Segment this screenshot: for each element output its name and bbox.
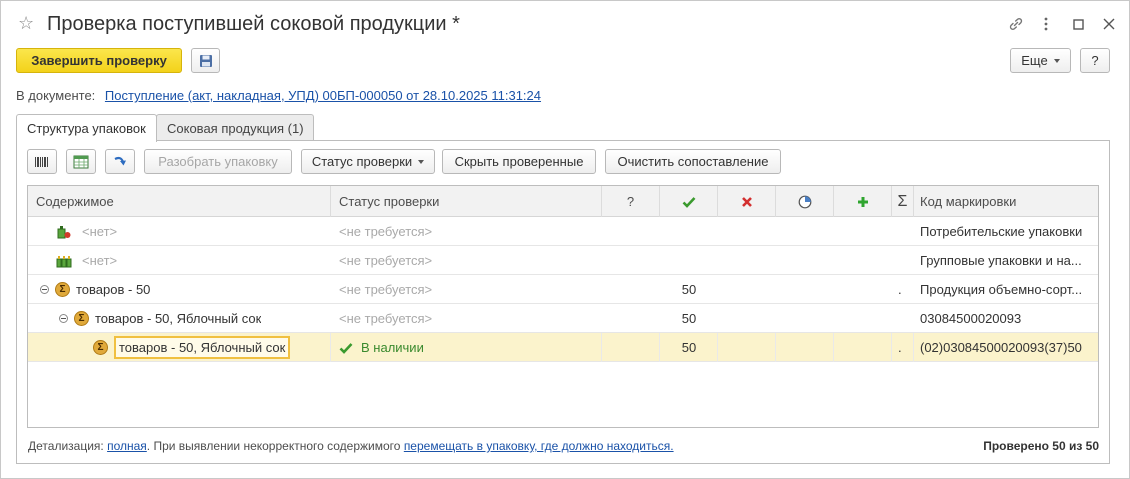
- tab-juice-products[interactable]: Соковая продукция (1): [156, 114, 314, 141]
- footer-detail: Детализация: полная. При выявлении некор…: [28, 439, 674, 453]
- sum-badge-icon: Σ: [74, 311, 89, 326]
- tab-package-structure[interactable]: Структура упаковок: [16, 114, 157, 142]
- window: ☆ Проверка поступившей соковой продукции…: [0, 0, 1130, 479]
- table-row[interactable]: <нет> <не требуется> Потребительские упа…: [28, 217, 1098, 246]
- pie-clock-icon: [798, 195, 811, 208]
- column-header-status[interactable]: Статус проверки: [331, 186, 602, 217]
- content-text: товаров - 50: [76, 282, 151, 297]
- document-label: В документе:: [16, 88, 96, 103]
- table-row[interactable]: Σ товаров - 50 <не требуется> 50 . Проду…: [28, 275, 1098, 304]
- chevron-down-icon: [1053, 58, 1060, 63]
- content-text: <нет>: [82, 253, 118, 268]
- status-cell: <не требуется>: [339, 224, 433, 239]
- status-cell: В наличии: [339, 333, 424, 362]
- table-row[interactable]: <нет> <не требуется> Групповые упаковки …: [28, 246, 1098, 275]
- consumer-package-icon: [57, 225, 71, 238]
- sum-badge-icon: Σ: [55, 282, 70, 297]
- column-header-extra[interactable]: [834, 186, 892, 217]
- unpack-button[interactable]: Разобрать упаковку: [144, 149, 292, 174]
- packages-grid[interactable]: Содержимое Статус проверки ? Σ Код марки…: [27, 185, 1099, 428]
- code-cell: Потребительские упаковки: [920, 224, 1083, 239]
- column-header-sum[interactable]: Σ: [892, 186, 914, 217]
- move-package-link[interactable]: перемещать в упаковку, где должно находи…: [404, 439, 674, 453]
- detail-link[interactable]: полная: [107, 439, 147, 453]
- footer-middle-text: . При выявлении некорректного содержимог…: [146, 439, 401, 453]
- title-bar: ☆ Проверка поступившей соковой продукции…: [1, 1, 1129, 47]
- content-cell: <нет>: [56, 246, 117, 275]
- sum-cell: .: [898, 340, 902, 355]
- move-down-button[interactable]: [105, 149, 135, 174]
- sum-badge-icon: Σ: [93, 340, 108, 355]
- column-header-checked[interactable]: [660, 186, 718, 217]
- status-cell: <не требуется>: [339, 253, 433, 268]
- more-button-label: Еще: [1021, 53, 1048, 68]
- collapse-icon[interactable]: [40, 285, 49, 294]
- status-cell: <не требуется>: [339, 311, 433, 326]
- content-text: товаров - 50, Яблочный сок: [95, 311, 262, 326]
- checked-count-cell: 50: [681, 340, 697, 355]
- column-header-content[interactable]: Содержимое: [28, 186, 331, 217]
- finish-check-button[interactable]: Завершить проверку: [16, 48, 182, 73]
- hide-checked-button[interactable]: Скрыть проверенные: [442, 149, 596, 174]
- more-button[interactable]: Еще: [1010, 48, 1071, 73]
- status-text: В наличии: [361, 340, 424, 355]
- content-cell: Σ товаров - 50, Яблочный сок: [93, 333, 291, 362]
- document-link[interactable]: Поступление (акт, накладная, УПД) 00БП-0…: [105, 88, 541, 103]
- table-edit-button[interactable]: [66, 149, 96, 174]
- document-line: В документе: Поступление (акт, накладная…: [16, 88, 541, 103]
- help-button[interactable]: ?: [1080, 48, 1110, 73]
- curved-arrow-icon: [114, 156, 126, 165]
- more-vertical-icon[interactable]: [1036, 14, 1056, 34]
- content-cell: Σ товаров - 50, Яблочный сок: [59, 304, 261, 333]
- checked-count-cell: 50: [681, 282, 697, 297]
- checkmark-icon: [339, 342, 353, 354]
- content-cell: <нет>: [56, 217, 117, 246]
- barcode-icon: [35, 156, 48, 167]
- save-button[interactable]: [191, 48, 220, 73]
- column-header-partial[interactable]: [776, 186, 834, 217]
- column-header-missing[interactable]: [718, 186, 776, 217]
- table-row-selected[interactable]: Σ товаров - 50, Яблочный сок В наличии 5…: [28, 333, 1098, 362]
- collapse-icon[interactable]: [59, 314, 68, 323]
- content-cell: Σ товаров - 50: [40, 275, 150, 304]
- maximize-icon[interactable]: [1068, 14, 1088, 34]
- detail-label: Детализация:: [28, 439, 104, 453]
- check-status-dropdown[interactable]: Статус проверки: [301, 149, 435, 174]
- close-icon[interactable]: [1099, 14, 1119, 34]
- link-icon[interactable]: [1006, 14, 1026, 34]
- group-package-icon: [56, 255, 72, 267]
- code-cell: Групповые упаковки и на...: [920, 253, 1082, 268]
- checked-count-cell: 50: [681, 311, 697, 326]
- cross-icon: [741, 196, 752, 207]
- checkmark-icon: [682, 196, 695, 208]
- table-row[interactable]: Σ товаров - 50, Яблочный сок <не требует…: [28, 304, 1098, 333]
- column-header-code[interactable]: Код маркировки: [914, 186, 1098, 217]
- floppy-disk-icon: [199, 54, 212, 67]
- checked-summary: Проверено 50 из 50: [983, 439, 1099, 453]
- plus-icon: [857, 196, 868, 207]
- code-cell: 03084500020093: [920, 311, 1022, 326]
- favorite-star-icon[interactable]: ☆: [18, 13, 34, 33]
- code-cell: (02)03084500020093(37)50: [920, 340, 1082, 355]
- content-text: <нет>: [82, 224, 118, 239]
- status-cell: <не требуется>: [339, 282, 433, 297]
- code-cell: Продукция объемно-сорт...: [920, 282, 1083, 297]
- content-text-focused[interactable]: товаров - 50, Яблочный сок: [114, 336, 291, 359]
- window-title: Проверка поступившей соковой продукции *: [47, 13, 460, 35]
- barcode-scan-button[interactable]: [27, 149, 57, 174]
- grid-header: Содержимое Статус проверки ? Σ Код марки…: [28, 186, 1098, 217]
- clear-matching-button[interactable]: Очистить сопоставление: [605, 149, 781, 174]
- column-header-unknown[interactable]: ?: [602, 186, 660, 217]
- sum-cell: .: [898, 282, 902, 297]
- table-icon: [73, 155, 89, 168]
- chevron-down-icon: [418, 159, 425, 164]
- check-status-label: Статус проверки: [311, 154, 413, 169]
